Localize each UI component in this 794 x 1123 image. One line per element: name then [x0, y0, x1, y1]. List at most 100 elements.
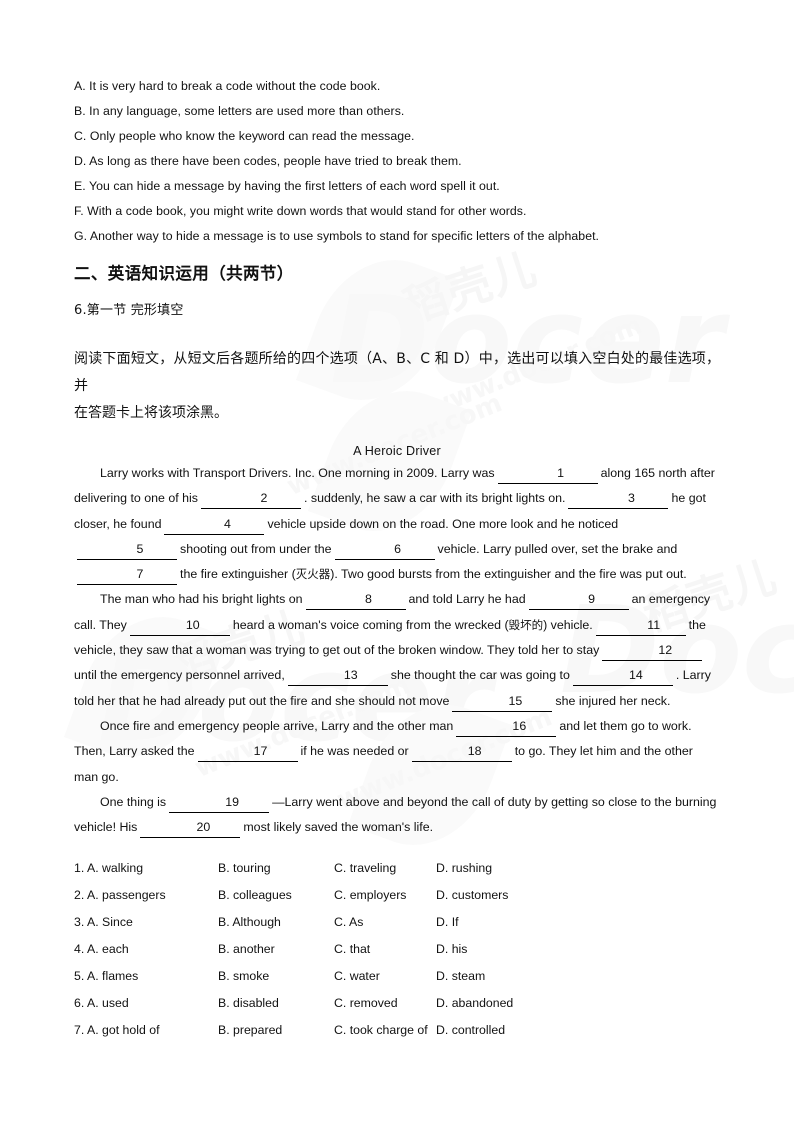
passage-body: Larry works with Transport Drivers. Inc.…	[74, 461, 720, 840]
p2-text-1: The man who had his bright lights on	[100, 592, 303, 607]
blank-4[interactable]: 4	[164, 515, 265, 535]
p1-text-8: the fire extinguisher (	[180, 567, 296, 582]
option-a-label: A. walking	[87, 861, 144, 876]
option-b[interactable]: B. disabled	[218, 990, 334, 1017]
lead-option-b: B. In any language, some letters are use…	[74, 104, 405, 118]
lead-option-g: G. Another way to hide a message is to u…	[74, 229, 600, 243]
option-b[interactable]: B. colleagues	[218, 882, 334, 909]
option-a[interactable]: 4. A. each	[74, 936, 218, 963]
p3-text-1: Once fire and emergency people arrive, L…	[100, 718, 454, 733]
lead-option-e: E. You can hide a message by having the …	[74, 179, 500, 193]
passage-paragraph-4: One thing is 19 —Larry went above and beyo…	[74, 790, 720, 841]
option-a[interactable]: 6. A. used	[74, 990, 218, 1017]
option-c[interactable]: C. removed	[334, 990, 436, 1017]
question-number: 3.	[74, 915, 85, 930]
question-number: 6.	[74, 996, 85, 1011]
p1-text-6: shooting out from under the	[180, 541, 332, 556]
blank-19[interactable]: 19	[169, 793, 270, 813]
p2-text-2: and told Larry he had	[408, 592, 526, 607]
option-a-label: A. got hold of	[87, 1023, 160, 1038]
lead-option-f: F. With a code book, you might write dow…	[74, 204, 527, 218]
option-c[interactable]: C. As	[334, 909, 436, 936]
subsection-heading: 6.第一节 完形填空	[74, 303, 184, 318]
passage-paragraph-1: Larry works with Transport Drivers. Inc.…	[74, 461, 720, 587]
option-a-label: A. flames	[87, 969, 139, 984]
gloss-fire-extinguisher: 灭火器	[295, 567, 331, 582]
lead-option-a: A. It is very hard to break a code witho…	[74, 79, 381, 93]
gloss-wrecked: 毁坏的	[508, 617, 544, 632]
p2-text-8: she thought the car was going to	[390, 668, 570, 683]
blank-11[interactable]: 11	[595, 616, 686, 636]
option-d[interactable]: D. If	[436, 909, 566, 936]
option-a[interactable]: 7. A. got hold of	[74, 1017, 218, 1044]
option-c[interactable]: C. traveling	[334, 855, 436, 882]
option-a-label: A. each	[87, 942, 129, 957]
blank-2[interactable]: 2	[201, 489, 301, 510]
question-number: 1.	[74, 861, 85, 876]
p1-text-1: Larry works with Transport Drivers. Inc.…	[100, 466, 495, 480]
p2-text-5: ) vehicle.	[543, 617, 593, 632]
question-option-row: 6. A. used B. disabled C. removed D. aba…	[74, 990, 720, 1017]
p4-text-1: One thing is	[100, 794, 167, 809]
option-b[interactable]: B. smoke	[218, 963, 334, 990]
option-c[interactable]: C. water	[334, 963, 436, 990]
document-content: A. It is very hard to break a code witho…	[0, 0, 794, 1044]
question-option-row: 1. A. walking B. touring C. traveling D.…	[74, 855, 720, 882]
option-a[interactable]: 5. A. flames	[74, 963, 218, 990]
question-option-row: 7. A. got hold of B. prepared C. took ch…	[74, 1017, 720, 1044]
blank-13[interactable]: 13	[287, 666, 388, 687]
blank-3[interactable]: 3	[568, 489, 669, 510]
option-a-label: A. Since	[87, 915, 133, 930]
blank-18[interactable]: 18	[411, 742, 512, 763]
question-options-list: 1. A. walking B. touring C. traveling D.…	[74, 855, 720, 1044]
section-heading: 二、英语知识运用（共两节）	[74, 264, 294, 283]
option-a-label: A. passengers	[87, 888, 166, 903]
question-option-row: 3. A. Since B. Although C. As D. If	[74, 909, 720, 936]
blank-8[interactable]: 8	[305, 590, 406, 611]
option-c[interactable]: C. that	[334, 936, 436, 963]
option-a[interactable]: 1. A. walking	[74, 855, 218, 882]
blank-5[interactable]: 5	[77, 540, 177, 560]
blank-6[interactable]: 6	[334, 540, 435, 560]
option-d[interactable]: D. customers	[436, 882, 566, 909]
instructions-line-1: 阅读下面短文，从短文后各题所给的四个选项（A、B、C 和 D）中，选出可以填入空…	[74, 351, 720, 394]
p1-text-7: vehicle. Larry pulled over, set the brak…	[437, 541, 678, 556]
option-d[interactable]: D. rushing	[436, 855, 566, 882]
p2-text-10: she injured her neck.	[555, 693, 671, 708]
blank-14[interactable]: 14	[572, 666, 673, 687]
option-a[interactable]: 3. A. Since	[74, 909, 218, 936]
document-page: 稻壳儿 Docer www.docer.com www.docer.com 稻壳…	[0, 0, 794, 1123]
blank-9[interactable]: 9	[528, 590, 629, 611]
option-d[interactable]: D. abandoned	[436, 990, 566, 1017]
p1-text-9: ). Two good bursts from the extinguisher…	[330, 567, 687, 582]
question-option-row: 5. A. flames B. smoke C. water D. steam	[74, 963, 720, 990]
passage-paragraph-3: Once fire and emergency people arrive, L…	[74, 714, 720, 790]
option-b[interactable]: B. prepared	[218, 1017, 334, 1044]
option-d[interactable]: D. his	[436, 936, 566, 963]
p2-text-4: heard a woman's voice coming from the wr…	[232, 617, 509, 632]
blank-7[interactable]: 7	[77, 565, 177, 586]
blank-1[interactable]: 1	[497, 464, 598, 484]
question-number: 7.	[74, 1023, 85, 1038]
option-b[interactable]: B. Although	[218, 909, 334, 936]
blank-17[interactable]: 17	[197, 742, 298, 763]
option-c[interactable]: C. took charge of	[334, 1017, 436, 1044]
blank-16[interactable]: 16	[456, 717, 557, 737]
lead-option-d: D. As long as there have been codes, peo…	[74, 154, 462, 168]
blank-12[interactable]: 12	[602, 641, 703, 662]
option-d[interactable]: D. controlled	[436, 1017, 566, 1044]
option-b[interactable]: B. another	[218, 936, 334, 963]
option-a[interactable]: 2. A. passengers	[74, 882, 218, 909]
option-c[interactable]: C. employers	[334, 882, 436, 909]
option-b[interactable]: B. touring	[218, 855, 334, 882]
blank-15[interactable]: 15	[452, 692, 553, 712]
passage-paragraph-2: The man who had his bright lights on 8 and…	[74, 587, 720, 713]
lead-option-c: C. Only people who know the keyword can …	[74, 129, 415, 143]
instructions-block: 阅读下面短文，从短文后各题所给的四个选项（A、B、C 和 D）中，选出可以填入空…	[74, 346, 720, 427]
p1-text-5: vehicle upside down on the road. One mor…	[267, 516, 619, 531]
blank-20[interactable]: 20	[140, 818, 241, 839]
instructions-line-2: 在答题卡上将该项涂黑。	[74, 405, 228, 421]
option-a-label: A. used	[87, 996, 129, 1011]
option-d[interactable]: D. steam	[436, 963, 566, 990]
blank-10[interactable]: 10	[129, 616, 230, 636]
